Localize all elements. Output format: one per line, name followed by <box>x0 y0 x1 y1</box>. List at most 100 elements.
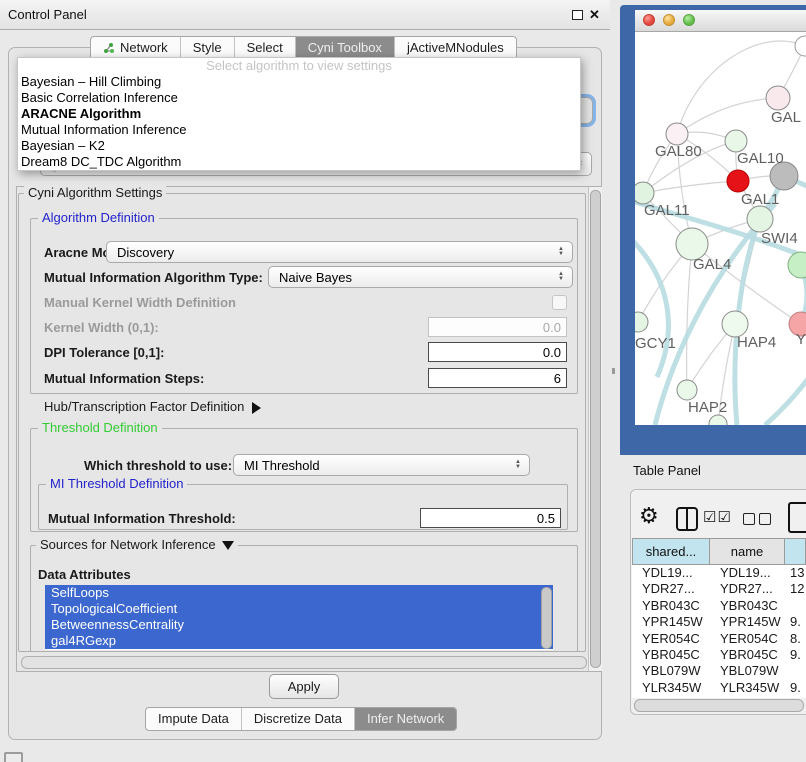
zoom-window-icon[interactable] <box>683 14 695 26</box>
network-node[interactable] <box>788 252 806 278</box>
table-cell[interactable]: YIL052C <box>710 696 785 698</box>
tab-network[interactable]: Network <box>91 37 180 59</box>
network-graph-canvas[interactable]: GALGAL80GAL10GAL1GAL11SWI4GAL4GCY1HAP4YH… <box>635 32 806 425</box>
table-cell[interactable]: YDR27... <box>632 581 710 597</box>
network-node-gal1[interactable] <box>727 170 749 192</box>
algorithm-option[interactable]: Mutual Information Inference <box>18 122 580 138</box>
network-node-gal10[interactable] <box>725 130 747 152</box>
table-cell[interactable]: YBR045C <box>632 647 710 663</box>
close-window-icon[interactable] <box>643 14 655 26</box>
data-attribute-item[interactable]: BetweennessCentrality <box>45 617 553 633</box>
table-cell[interactable]: YDL19... <box>710 565 785 581</box>
column-header-shared-name[interactable]: shared... <box>632 538 710 565</box>
network-node-gcy1[interactable] <box>635 312 648 332</box>
sources-group-title[interactable]: Sources for Network Inference <box>36 538 238 552</box>
table-row[interactable]: YDR27...YDR27...12 <box>632 581 806 597</box>
table-row[interactable]: YER054CYER054C8. <box>632 631 806 647</box>
table-cell[interactable]: YER054C <box>710 631 785 647</box>
data-attribute-item[interactable]: TopologicalCoefficient <box>45 601 553 617</box>
algorithm-option[interactable]: Bayesian – K2 <box>18 138 580 154</box>
minimize-window-icon[interactable] <box>663 14 675 26</box>
table-cell[interactable]: 8. <box>785 631 806 647</box>
mi-threshold-field[interactable] <box>420 508 561 528</box>
table-cell[interactable]: YDL19... <box>632 565 710 581</box>
network-edge-strong[interactable] <box>635 237 668 377</box>
data-attributes-list[interactable]: SelfLoopsTopologicalCoefficientBetweenne… <box>45 585 553 650</box>
tab-discretize-data[interactable]: Discretize Data <box>241 708 354 730</box>
hub-definition-toggle[interactable]: Hub/Transcription Factor Definition <box>44 399 261 414</box>
column-header-partial[interactable] <box>785 538 806 565</box>
kernel-width-field[interactable] <box>428 317 567 337</box>
table-cell[interactable]: YPR145W <box>632 614 710 630</box>
close-panel-icon[interactable]: ✕ <box>589 7 600 23</box>
table-cell[interactable]: 9. <box>785 696 806 698</box>
network-edge[interactable] <box>677 98 778 134</box>
network-node-gal80[interactable] <box>666 123 688 145</box>
tab-style[interactable]: Style <box>180 37 234 59</box>
deselect-all-icon[interactable] <box>759 513 771 525</box>
table-cell[interactable]: YBL079W <box>710 663 785 679</box>
table-horizontal-scrollbar[interactable] <box>634 699 804 712</box>
table-row[interactable]: YBR045CYBR045C9. <box>632 647 806 663</box>
network-node[interactable] <box>709 415 727 425</box>
minimized-panel-icon[interactable] <box>4 752 23 762</box>
table-cell[interactable]: YBR045C <box>710 647 785 663</box>
network-view-window[interactable]: GALGAL80GAL10GAL1GAL11SWI4GAL4GCY1HAP4YH… <box>635 10 806 425</box>
float-panel-icon[interactable] <box>572 10 583 20</box>
network-edge[interactable] <box>687 244 692 390</box>
table-row[interactable]: YBL079WYBL079W <box>632 663 806 679</box>
settings-horizontal-scrollbar[interactable] <box>21 656 587 669</box>
network-node-hap2[interactable] <box>677 380 697 400</box>
network-node-swi4[interactable] <box>747 206 773 232</box>
table-body[interactable]: YDL19...YDL19...13YDR27...YDR27...12YBR0… <box>632 565 806 698</box>
tab-cyni-toolbox[interactable]: Cyni Toolbox <box>295 37 394 59</box>
network-node-gal[interactable] <box>766 86 790 110</box>
table-cell[interactable]: YBR043C <box>710 598 785 614</box>
settings-vertical-scrollbar-thumb[interactable] <box>590 190 601 668</box>
table-cell[interactable]: 12 <box>785 581 806 597</box>
network-window-titlebar[interactable] <box>635 10 806 32</box>
attributes-list-scrollbar[interactable] <box>541 587 552 649</box>
table-cell[interactable]: YIL052C <box>632 696 710 698</box>
table-row[interactable]: YLR345WYLR345W9. <box>632 680 806 696</box>
table-cell[interactable]: 9. <box>785 614 806 630</box>
data-attribute-item[interactable]: SelfLoops <box>45 585 553 601</box>
export-table-icon[interactable] <box>788 502 806 533</box>
algorithm-option[interactable]: ARACNE Algorithm <box>18 106 580 122</box>
table-cell[interactable]: YDR27... <box>710 581 785 597</box>
algorithm-option[interactable]: Basic Correlation Inference <box>18 90 580 106</box>
aracne-mode-combo[interactable]: Discovery ▲▼ <box>106 241 573 263</box>
apply-button[interactable]: Apply <box>269 674 339 699</box>
tab-select[interactable]: Select <box>234 37 295 59</box>
column-header-name[interactable]: name <box>710 538 785 565</box>
algorithm-option[interactable]: Bayesian – Hill Climbing <box>18 74 580 90</box>
column-layout-icon[interactable] <box>676 507 698 531</box>
data-attribute-item[interactable]: gal4RGexp <box>45 633 553 649</box>
mi-steps-field[interactable] <box>428 368 567 388</box>
dpi-tolerance-field[interactable] <box>428 342 567 362</box>
table-cell[interactable]: YLR345W <box>632 680 710 696</box>
mi-type-combo[interactable]: Naive Bayes ▲▼ <box>268 266 573 288</box>
algorithm-option[interactable]: Dream8 DC_TDC Algorithm <box>18 154 580 170</box>
table-cell[interactable]: 13 <box>785 565 806 581</box>
table-cell[interactable]: YER054C <box>632 631 710 647</box>
tab-jactivemnodules[interactable]: jActiveMNodules <box>394 37 516 59</box>
table-cell[interactable]: YLR345W <box>710 680 785 696</box>
network-node[interactable] <box>795 36 806 56</box>
table-row[interactable]: YIL052CYIL052C9. <box>632 696 806 698</box>
table-cell[interactable]: YPR145W <box>710 614 785 630</box>
table-cell[interactable]: 9. <box>785 680 806 696</box>
which-threshold-combo[interactable]: MI Threshold ▲▼ <box>233 454 530 476</box>
table-cell[interactable]: 9. <box>785 647 806 663</box>
table-cell[interactable] <box>785 598 806 614</box>
panel-splitter-handle[interactable] <box>612 368 615 374</box>
table-row[interactable]: YPR145WYPR145W9. <box>632 614 806 630</box>
tab-impute-data[interactable]: Impute Data <box>146 708 241 730</box>
table-cell[interactable]: YBR043C <box>632 598 710 614</box>
deselect-all-icon[interactable] <box>743 513 755 525</box>
network-node-gal11[interactable] <box>635 182 654 204</box>
gear-icon[interactable]: ⚙ <box>639 503 659 529</box>
table-cell[interactable]: YBL079W <box>632 663 710 679</box>
table-row[interactable]: YBR043CYBR043C <box>632 598 806 614</box>
table-cell[interactable] <box>785 663 806 679</box>
